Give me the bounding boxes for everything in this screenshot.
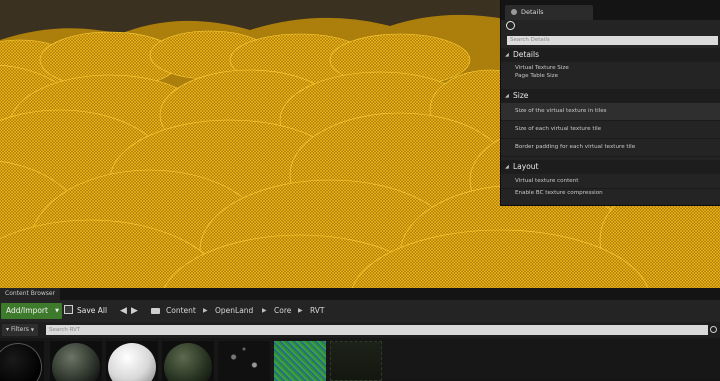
category-layout-label: Layout (513, 162, 539, 171)
texture-thumbnail[interactable] (274, 341, 326, 381)
tab-details-label: Details (521, 8, 544, 16)
breadcrumb-core[interactable]: Core (274, 303, 291, 319)
filters-label: Filters (10, 326, 29, 333)
asset-thumbnail[interactable] (0, 341, 44, 381)
details-panel: Details Search Details ◢ Details Virtual… (500, 0, 720, 206)
content-browser-header: Content Browser (0, 288, 720, 300)
filter-row: ▾ Filters ▼ Search RVT (0, 322, 720, 338)
breadcrumb-separator-icon: ▶ (203, 307, 208, 314)
asset-thumbnail[interactable] (162, 341, 214, 381)
texture-thumbnail[interactable] (218, 341, 270, 381)
breadcrumb-rvt[interactable]: RVT (310, 303, 325, 319)
folder-icon (151, 308, 160, 314)
collapse-arrow-icon: ◢ (505, 52, 509, 58)
save-icon (64, 305, 73, 314)
details-search-input[interactable]: Search Details (507, 36, 718, 45)
save-all-button[interactable]: Save All (64, 303, 107, 319)
collapse-arrow-icon: ◢ (505, 93, 509, 99)
category-details-label: Details (513, 50, 540, 59)
details-icon (511, 9, 517, 15)
prop-size-tiles[interactable]: Size of the virtual texture in tiles (501, 103, 720, 121)
tab-details[interactable]: Details (505, 5, 593, 20)
material-sphere (0, 343, 42, 381)
asset-thumbnail[interactable] (106, 341, 158, 381)
category-layout[interactable]: ◢ Layout (501, 160, 720, 174)
prop-virtual-texture-content[interactable]: Virtual texture content (501, 174, 720, 189)
details-tab-bar: Details (501, 0, 720, 20)
prop-page-table-size: Page Table Size (515, 73, 559, 79)
chevron-down-icon: ▼ (30, 327, 34, 332)
add-import-button[interactable]: Add/Import ▼ (1, 303, 62, 319)
actor-row (501, 20, 720, 32)
prop-border-padding[interactable]: Border padding for each virtual texture … (501, 139, 720, 157)
actor-circle-icon (506, 21, 515, 30)
material-sphere (108, 343, 156, 381)
content-browser-toolbar: Add/Import ▼ Save All ◀ ▶ Content ▶ Open… (0, 300, 720, 322)
category-size[interactable]: ◢ Size (501, 89, 720, 103)
breadcrumb-content[interactable]: Content (166, 303, 196, 319)
collapse-arrow-icon: ◢ (505, 164, 509, 170)
tab-content-browser[interactable]: Content Browser (0, 288, 60, 300)
forward-arrow-icon[interactable]: ▶ (131, 303, 138, 319)
search-icon[interactable] (710, 326, 717, 333)
content-search-input[interactable]: Search RVT (46, 325, 708, 335)
breadcrumb-separator-icon: ▶ (262, 307, 267, 314)
prop-tile-size[interactable]: Size of each virtual texture tile (501, 121, 720, 139)
back-arrow-icon[interactable]: ◀ (120, 303, 127, 319)
add-import-label: Add/Import (6, 306, 48, 315)
material-sphere (52, 343, 100, 381)
filters-button[interactable]: ▾ Filters ▼ (2, 324, 38, 336)
prop-virtual-texture-size: Virtual Texture Size (515, 65, 569, 71)
asset-thumbnail[interactable] (50, 341, 102, 381)
prop-bc-compression[interactable]: Enable BC texture compression (501, 189, 720, 195)
chevron-down-icon: ▼ (55, 308, 59, 314)
category-details[interactable]: ◢ Details (501, 48, 720, 62)
breadcrumb-openland[interactable]: OpenLand (215, 303, 253, 319)
asset-grid (0, 338, 720, 381)
filter-icon: ▾ (6, 326, 10, 333)
breadcrumb-separator-icon: ▶ (298, 307, 303, 314)
category-size-label: Size (513, 91, 529, 100)
save-all-label: Save All (77, 306, 108, 315)
material-sphere (164, 343, 212, 381)
texture-thumbnail[interactable] (330, 341, 382, 381)
